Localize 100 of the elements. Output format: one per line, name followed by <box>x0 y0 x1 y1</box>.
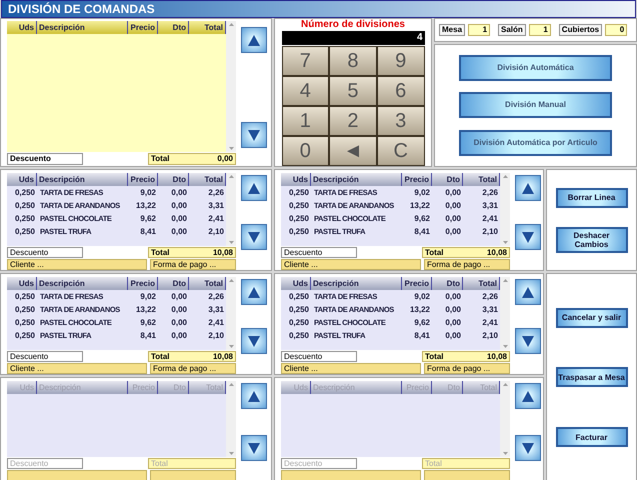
discount-field[interactable]: Descuento <box>281 247 357 258</box>
scrollbar[interactable] <box>226 173 236 246</box>
column-header[interactable]: Uds <box>281 277 311 290</box>
payment-field[interactable]: Forma de pago ... <box>150 259 236 270</box>
scroll-down-button[interactable] <box>515 224 541 250</box>
client-field[interactable]: Cliente ... <box>281 259 421 270</box>
action-button[interactable]: Cancelar y salir <box>556 308 628 328</box>
column-header[interactable]: Uds <box>7 21 37 34</box>
total-value: 10,08 <box>486 352 507 361</box>
down-arrow-icon <box>248 336 260 346</box>
scroll-down-button[interactable] <box>515 328 541 354</box>
table-cell-text: 0,250 <box>14 187 36 199</box>
column-header[interactable]: Precio <box>402 173 432 186</box>
column-header[interactable]: Precio <box>128 173 158 186</box>
info-value: 1 <box>468 24 490 36</box>
keypad-key[interactable]: 2 <box>329 106 377 136</box>
payment-field[interactable]: Forma de pago ... <box>424 363 510 374</box>
column-header[interactable]: Descripción <box>311 277 402 290</box>
table-cell-text: 3,31 <box>207 200 225 212</box>
scrollbar[interactable] <box>226 21 236 152</box>
table-cell-text: 0,250 <box>14 200 36 212</box>
up-arrow-icon <box>248 286 260 298</box>
column-header[interactable]: Uds <box>7 277 37 290</box>
payment-text: Forma de pago ... <box>427 364 490 373</box>
client-field[interactable]: Cliente ... <box>7 259 147 270</box>
column-header[interactable]: Descripción <box>37 173 128 186</box>
info-value: 1 <box>528 24 551 36</box>
table-cell-text: 0,00 <box>444 330 462 342</box>
keypad-key[interactable]: 4 <box>282 76 330 106</box>
column-header[interactable]: Precio <box>128 277 158 290</box>
client-text: Cliente ... <box>284 260 318 269</box>
keypad-key[interactable]: 6 <box>376 76 424 106</box>
keypad-key[interactable]: 0 <box>282 136 330 166</box>
division-button[interactable]: División Automática por Articulo <box>459 130 612 156</box>
client-field[interactable]: Cliente ... <box>7 363 147 374</box>
scrollbar[interactable] <box>500 173 510 246</box>
column-header[interactable]: Dto <box>158 173 189 186</box>
column-header[interactable]: Dto <box>158 21 189 34</box>
total-label: Total <box>151 352 170 361</box>
discount-field[interactable]: Descuento <box>7 351 83 362</box>
keypad-key[interactable]: 9 <box>376 46 424 76</box>
client-field[interactable]: Cliente ... <box>281 363 421 374</box>
scroll-up-button[interactable] <box>241 279 267 305</box>
scroll-up-icon <box>228 383 234 386</box>
table-cell-text: 9,02 <box>139 291 157 303</box>
action-button[interactable]: Traspasar a Mesa <box>556 367 628 388</box>
table-cell-text: 0,250 <box>288 317 310 329</box>
table-cell-text: 8,41 <box>413 330 431 342</box>
table-cell-text: 0,00 <box>170 187 188 199</box>
keypad-key[interactable]: C <box>376 136 424 166</box>
table-cell-text: 2,10 <box>207 226 225 238</box>
action-button[interactable]: Deshacer Cambios <box>556 226 628 252</box>
column-header[interactable]: Precio <box>128 21 158 34</box>
payment-field[interactable]: Forma de pago ... <box>424 259 510 270</box>
table-cell-text: 0,00 <box>170 317 188 329</box>
scroll-up-button[interactable] <box>241 27 267 53</box>
info-label: Salón <box>498 24 526 36</box>
discount-field[interactable]: Descuento <box>7 247 83 258</box>
table-cell-text: 2,41 <box>481 213 499 225</box>
scroll-up-button[interactable] <box>515 175 541 201</box>
column-header[interactable]: Descripción <box>37 21 128 34</box>
column-header[interactable]: Uds <box>281 173 311 186</box>
column-header[interactable]: Descripción <box>311 173 402 186</box>
table-cell-text: 0,250 <box>14 291 36 303</box>
scroll-down-button[interactable] <box>241 328 267 354</box>
discount-field[interactable]: Descuento <box>281 351 357 362</box>
keypad-key[interactable]: 8 <box>329 46 377 76</box>
scroll-down-button[interactable] <box>241 122 267 148</box>
keypad-key[interactable]: 1 <box>282 106 330 136</box>
keypad-key[interactable]: 7 <box>282 46 330 76</box>
action-button[interactable]: Borrar Linea <box>556 188 628 208</box>
scrollbar[interactable] <box>226 277 236 350</box>
column-header[interactable]: Precio <box>402 277 432 290</box>
scroll-down-button[interactable] <box>241 224 267 250</box>
keypad-key[interactable]: ◄ <box>329 136 377 166</box>
scroll-up-button[interactable] <box>515 279 541 305</box>
table-cell-text: 0,00 <box>444 226 462 238</box>
action-button[interactable]: Facturar <box>556 427 628 448</box>
scroll-up-icon <box>502 383 508 386</box>
discount-field[interactable]: Descuento <box>7 153 83 165</box>
keypad-key[interactable]: 5 <box>329 76 377 106</box>
column-header[interactable]: Descripción <box>37 277 128 290</box>
division-button[interactable]: División Manual <box>459 92 612 118</box>
scroll-up-icon <box>228 23 234 26</box>
up-arrow-icon <box>248 34 260 46</box>
scrollbar[interactable] <box>500 277 510 350</box>
table-cell-text: 0,00 <box>444 213 462 225</box>
scroll-up-button[interactable] <box>241 175 267 201</box>
table-cell-text: 0,00 <box>444 317 462 329</box>
up-arrow-icon <box>522 182 534 194</box>
column-header[interactable]: Dto <box>158 277 189 290</box>
column-header[interactable]: Dto <box>432 173 463 186</box>
column-header[interactable]: Uds <box>7 173 37 186</box>
division-button[interactable]: División Automática <box>459 54 612 81</box>
table-cell-text: 0,00 <box>170 200 188 212</box>
keypad-key[interactable]: 3 <box>376 106 424 136</box>
table-cell-text: 2,10 <box>481 226 499 238</box>
scroll-down-icon <box>228 345 234 348</box>
payment-field[interactable]: Forma de pago ... <box>150 363 236 374</box>
column-header[interactable]: Dto <box>432 277 463 290</box>
